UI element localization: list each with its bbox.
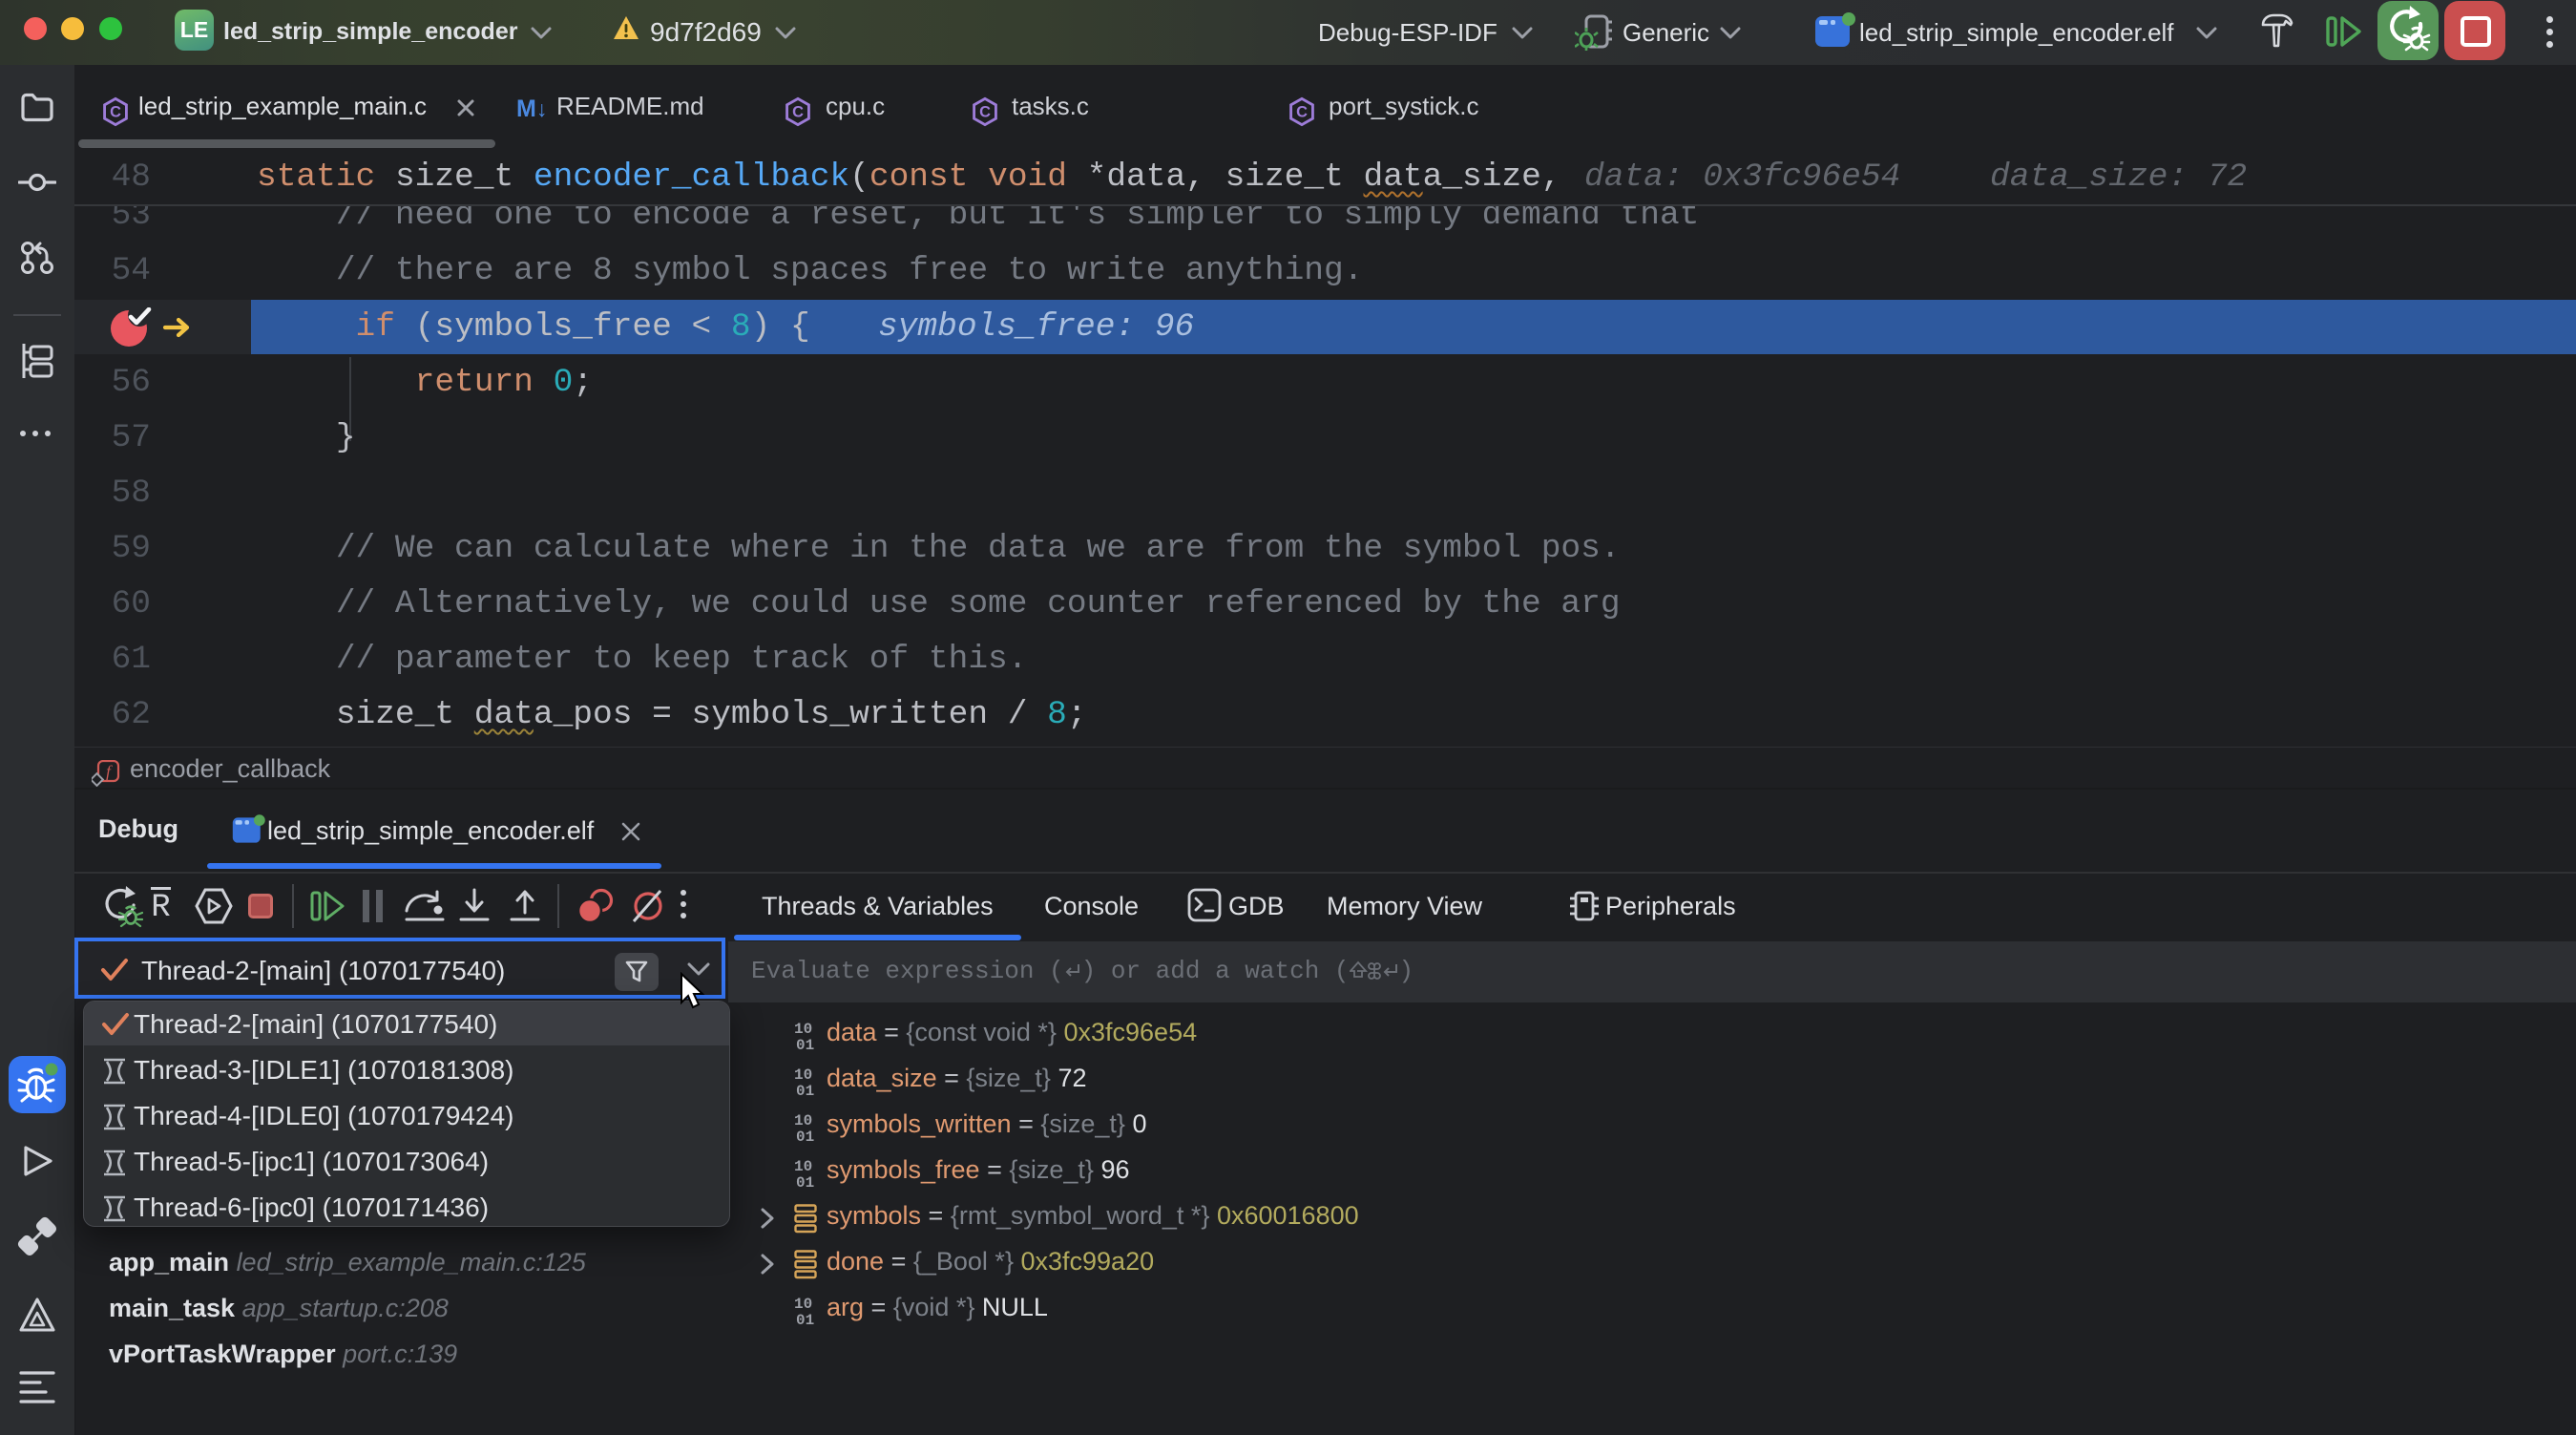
svg-text:C: C — [792, 104, 804, 121]
svg-text:10: 10 — [794, 1112, 812, 1129]
svg-text:10: 10 — [794, 1066, 812, 1084]
svg-text:01: 01 — [796, 1174, 814, 1189]
svg-text:f: f — [106, 763, 113, 781]
svg-text:01: 01 — [796, 1083, 814, 1097]
svg-text:C: C — [110, 104, 121, 121]
svg-text:10: 10 — [794, 1296, 812, 1313]
svg-text:10: 10 — [794, 1158, 812, 1175]
svg-text:01: 01 — [796, 1312, 814, 1326]
svg-text:C: C — [979, 104, 991, 121]
svg-text:01: 01 — [796, 1037, 814, 1051]
svg-text:10: 10 — [794, 1021, 812, 1038]
svg-text:C: C — [1296, 104, 1308, 121]
svg-text:01: 01 — [796, 1129, 814, 1143]
